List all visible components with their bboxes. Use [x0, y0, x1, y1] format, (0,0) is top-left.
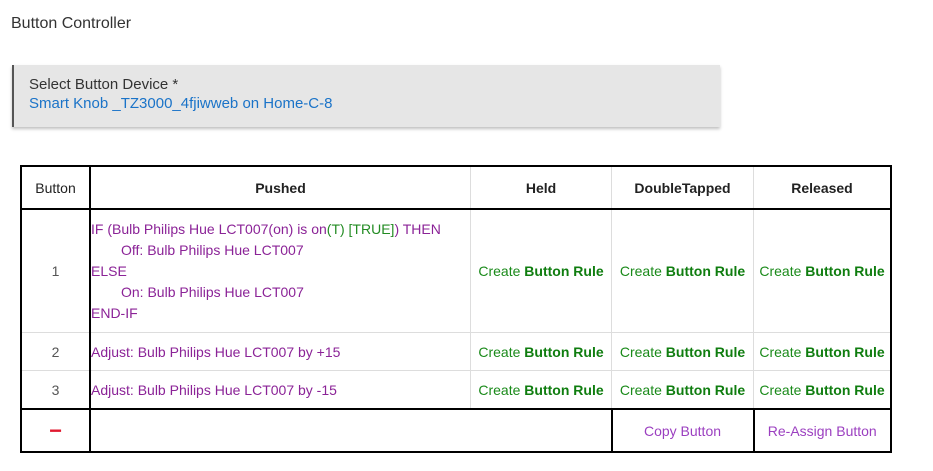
reassign-button[interactable]: Re-Assign Button — [753, 408, 892, 453]
footer-spacer — [90, 408, 471, 453]
header-released: Released — [753, 165, 892, 210]
pushed-rule[interactable]: IF (Bulb Philips Hue LCT007(on) is on(T)… — [89, 208, 471, 333]
rule-else-action: On: Bulb Philips Hue LCT007 — [121, 283, 304, 300]
create-doubletapped-rule-link[interactable]: Create Button Rule — [611, 332, 754, 371]
button-number: 1 — [20, 208, 91, 333]
create-held-rule-link[interactable]: Create Button Rule — [470, 332, 612, 371]
create-held-rule-link[interactable]: Create Button Rule — [470, 208, 612, 333]
rule-if-prefix: IF (Bulb Philips Hue LCT007(on) is on — [91, 220, 327, 237]
table-row: 3 Adjust: Bulb Philips Hue LCT007 by -15… — [20, 370, 892, 410]
create-held-rule-link[interactable]: Create Button Rule — [470, 370, 612, 410]
rule-if-suffix: ) THEN — [394, 220, 441, 237]
device-label: Select Button Device * — [29, 76, 179, 93]
button-rules-table: Button Pushed Held DoubleTapped Released… — [20, 165, 892, 453]
footer-spacer — [470, 408, 613, 453]
remove-button[interactable]: − — [20, 408, 91, 453]
rule-end: END-IF — [91, 304, 138, 321]
create-doubletapped-rule-link[interactable]: Create Button Rule — [611, 208, 754, 333]
device-selector[interactable]: Select Button Device * Smart Knob _TZ300… — [12, 65, 720, 127]
table-footer-row: − Copy Button Re-Assign Button — [20, 408, 892, 453]
device-link[interactable]: Smart Knob _TZ3000_4fjiwweb on Home-C-8 — [29, 94, 720, 113]
header-button: Button — [20, 165, 91, 210]
pushed-rule[interactable]: Adjust: Bulb Philips Hue LCT007 by -15 — [89, 370, 471, 410]
rule-else: ELSE — [91, 262, 127, 279]
create-doubletapped-rule-link[interactable]: Create Button Rule — [611, 370, 754, 410]
create-released-rule-link[interactable]: Create Button Rule — [753, 370, 892, 410]
rule-then-action: Off: Bulb Philips Hue LCT007 — [121, 241, 304, 258]
copy-button[interactable]: Copy Button — [611, 408, 755, 453]
header-pushed: Pushed — [89, 165, 471, 210]
create-released-rule-link[interactable]: Create Button Rule — [753, 208, 892, 333]
page-title: Button Controller — [11, 15, 132, 32]
table-row: 2 Adjust: Bulb Philips Hue LCT007 by +15… — [20, 332, 892, 371]
header-held: Held — [470, 165, 612, 210]
rule-if-true: (T) [TRUE] — [326, 220, 395, 237]
create-released-rule-link[interactable]: Create Button Rule — [753, 332, 892, 371]
table-header-row: Button Pushed Held DoubleTapped Released — [20, 165, 892, 210]
table-row: 1 IF (Bulb Philips Hue LCT007(on) is on(… — [20, 208, 892, 333]
pushed-rule[interactable]: Adjust: Bulb Philips Hue LCT007 by +15 — [89, 332, 471, 371]
header-double-tapped: DoubleTapped — [611, 165, 754, 210]
button-number: 3 — [20, 370, 91, 410]
button-number: 2 — [20, 332, 91, 371]
